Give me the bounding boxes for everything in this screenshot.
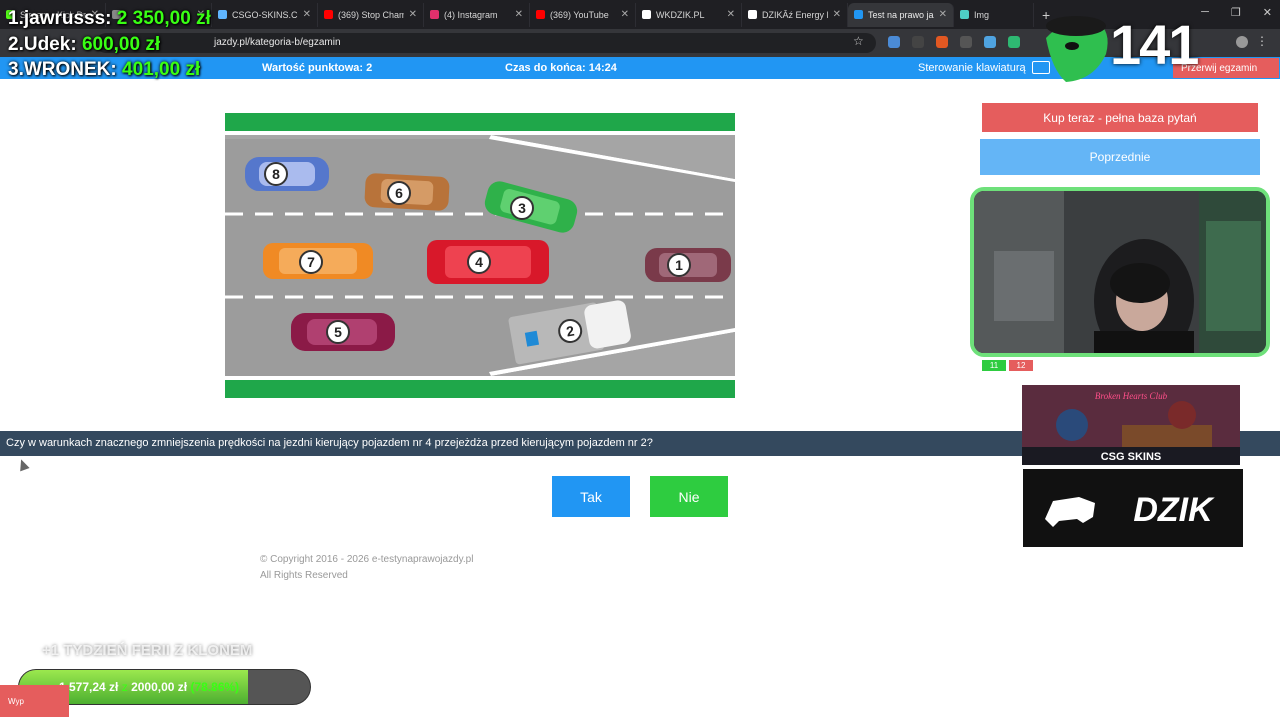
answer-yes-button[interactable]: Tak: [552, 476, 630, 517]
csg-skins-ad[interactable]: Broken Hearts Club CSG SKINS: [1022, 385, 1240, 465]
csgo-icon: [218, 10, 227, 19]
window-controls: ─ ❐ ✕: [1201, 6, 1272, 19]
url-input[interactable]: jazdy.pl/kategoria-b/egzamin: [96, 33, 876, 53]
img-icon: [960, 10, 969, 19]
youtube-icon: [536, 10, 545, 19]
svg-text:5: 5: [334, 324, 342, 340]
leaderboard-row-3: 3.WRONEK: 401,00 zł: [8, 59, 201, 80]
tab-csgo-skins[interactable]: CSGO-SKINS.COM✕: [212, 2, 318, 27]
vehicle-5: 5: [291, 313, 395, 351]
previous-button[interactable]: Poprzednie: [980, 139, 1260, 175]
vehicle-6: 6: [364, 173, 450, 211]
dzik-ad[interactable]: DZIK: [1023, 469, 1243, 547]
extension-icon[interactable]: [888, 36, 900, 48]
correct-count-badge: 11: [982, 360, 1006, 371]
tab-test-prawo-jazdy[interactable]: Test na prawo jaz ✕: [848, 2, 954, 27]
rights: All Rights Reserved: [260, 570, 348, 581]
mouse-cursor-icon: [16, 457, 30, 472]
svg-text:6: 6: [395, 185, 403, 201]
tab-instagram[interactable]: (4) Instagram ✕: [424, 2, 530, 27]
close-window-icon[interactable]: ✕: [1263, 6, 1272, 19]
promo-text: +1 TYDZIEŃ FERII Z KLONEM: [42, 642, 253, 659]
close-icon[interactable]: ✕: [621, 9, 629, 20]
leaderboard-row-2: 2.Udek: 600,00 zł: [8, 34, 161, 55]
close-icon[interactable]: ✕: [515, 9, 523, 20]
svg-text:DZIK: DZIK: [1133, 491, 1215, 529]
csg-ad-art: Broken Hearts Club CSG SKINS: [1022, 385, 1240, 465]
buy-full-database-button[interactable]: Kup teraz - pełna baza pytań: [982, 103, 1258, 132]
profile-avatar-icon[interactable]: [1236, 36, 1248, 48]
close-icon[interactable]: ✕: [939, 9, 947, 20]
test-icon: [854, 10, 863, 19]
tab-dzik-energy[interactable]: DZIKÂź Energy M ✕: [742, 2, 848, 27]
keyboard-control-label[interactable]: Sterowanie klawiaturą: [918, 62, 1026, 74]
browser-menu-icon[interactable]: ⋮: [1256, 34, 1268, 48]
leaderboard-row-1: 1.jawrusss: 2 350,00 zł: [8, 8, 211, 29]
dzik-icon: [748, 10, 757, 19]
close-icon[interactable]: ✕: [409, 9, 417, 20]
question-image: 8 6 3 7 4 1 5 2: [225, 113, 735, 398]
extension-icon[interactable]: [960, 36, 972, 48]
svg-text:7: 7: [307, 254, 315, 270]
big-counter: 141: [1110, 13, 1199, 76]
screen: Stream - Kick Dr...✕ ✕ CSGO-SKINS.COM✕ (…: [0, 0, 1280, 720]
svg-text:Broken Hearts Club: Broken Hearts Club: [1095, 391, 1168, 401]
vehicle-4: 4: [427, 240, 549, 284]
time-remaining: Czas do końca: 14:24: [505, 62, 617, 74]
webcam-overlay: [970, 187, 1270, 357]
maximize-icon[interactable]: ❐: [1231, 6, 1241, 19]
close-icon[interactable]: ✕: [727, 9, 735, 20]
youtube-icon: [324, 10, 333, 19]
extension-icon[interactable]: [936, 36, 948, 48]
webcam-image: [974, 191, 1266, 353]
tab-youtube-1[interactable]: (369) Stop Cham ✕: [318, 2, 424, 27]
wkdzik-icon: [642, 10, 651, 19]
extension-icon[interactable]: [984, 36, 996, 48]
tab-wkdzik[interactable]: WKDZIK.PL ✕: [636, 2, 742, 27]
svg-text:1: 1: [675, 257, 683, 273]
extension-icon[interactable]: [1008, 36, 1020, 48]
goal-text: 1 577,24 zł z 2000,00 zł (78.86%): [59, 680, 240, 694]
vehicle-1: 1: [645, 248, 731, 282]
close-icon[interactable]: ✕: [833, 9, 841, 20]
tab-youtube-2[interactable]: (369) YouTube ✕: [530, 2, 636, 27]
vehicle-7: 7: [263, 243, 373, 279]
instagram-icon: [430, 10, 439, 19]
tab-img[interactable]: Img: [954, 2, 1034, 27]
close-icon[interactable]: ✕: [303, 9, 311, 20]
points-value: Wartość punktowa: 2: [262, 62, 373, 74]
extension-icon[interactable]: [912, 36, 924, 48]
left-tab[interactable]: Wyp: [0, 685, 69, 717]
svg-text:8: 8: [272, 166, 280, 182]
answer-no-button[interactable]: Nie: [650, 476, 728, 517]
dzik-ad-art: DZIK: [1023, 469, 1243, 547]
road-scene: 8 6 3 7 4 1 5 2: [225, 113, 735, 398]
vehicle-8: 8: [245, 157, 329, 191]
svg-text:4: 4: [475, 254, 483, 270]
wrong-count-badge: 12: [1009, 360, 1033, 371]
mascot-icon: [1046, 16, 1108, 82]
footer: © Copyright 2016 - 2026 e-testynaprawoja…: [260, 552, 473, 584]
svg-text:3: 3: [518, 200, 526, 216]
bookmark-star-icon[interactable]: ☆: [853, 34, 864, 48]
svg-text:CSG SKINS: CSG SKINS: [1101, 451, 1162, 463]
minimize-icon[interactable]: ─: [1201, 6, 1209, 19]
copyright: © Copyright 2016 - 2026 e-testynaprawoja…: [260, 554, 474, 565]
